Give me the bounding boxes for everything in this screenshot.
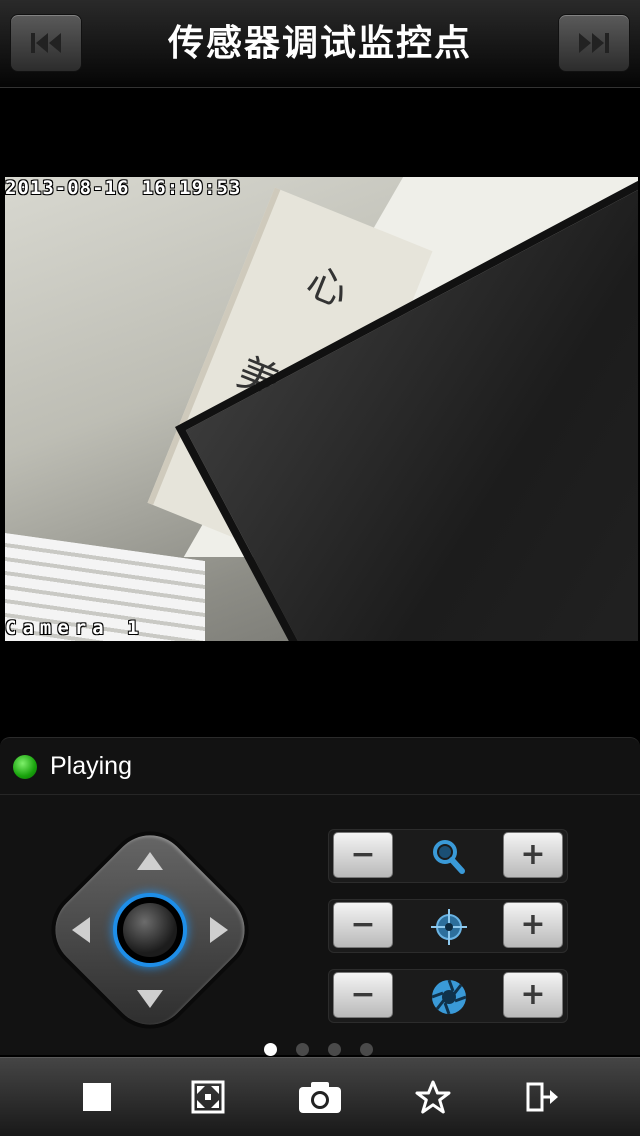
pan-up-arrow-icon[interactable]: [137, 852, 163, 870]
page-dot[interactable]: [360, 1043, 373, 1056]
zoom-out-button[interactable]: −: [333, 832, 393, 878]
title-bar: 传感器调试监控点: [0, 0, 640, 88]
iris-minus-button[interactable]: −: [333, 972, 393, 1018]
favorite-button[interactable]: [403, 1068, 463, 1126]
ptz-direction-pad[interactable]: [39, 819, 261, 1041]
zoom-in-button[interactable]: +: [503, 832, 563, 878]
pan-right-arrow-icon[interactable]: [210, 917, 228, 943]
focus-minus-button[interactable]: −: [333, 902, 393, 948]
page-title: 传感器调试监控点: [167, 23, 472, 64]
video-timestamp: 2013-08-16 16:19:53: [5, 177, 242, 199]
status-text: Playing: [50, 752, 132, 780]
fullscreen-icon: [191, 1080, 225, 1114]
magnifier-icon: [433, 840, 465, 874]
pan-down-arrow-icon[interactable]: [137, 990, 163, 1008]
focus-plus-button[interactable]: +: [503, 902, 563, 948]
snapshot-button[interactable]: [290, 1068, 350, 1126]
exit-button[interactable]: [513, 1068, 573, 1126]
favorite-star-icon: [415, 1080, 451, 1114]
stop-icon: [83, 1083, 111, 1111]
camera-video-feed[interactable]: 心 美 2013-08-16 16:19:53 Camera 1: [5, 177, 638, 641]
pan-left-arrow-icon[interactable]: [72, 917, 90, 943]
control-panel: Playing − + − + − +: [0, 737, 640, 1055]
skip-next-icon: [579, 33, 609, 53]
focus-control: − +: [328, 899, 568, 953]
stop-button[interactable]: [67, 1068, 127, 1126]
iris-plus-button[interactable]: +: [503, 972, 563, 1018]
status-indicator-icon: [13, 755, 37, 779]
status-row: Playing: [0, 738, 640, 795]
previous-button[interactable]: [10, 14, 82, 72]
focus-target-icon: [431, 909, 467, 945]
page-dot[interactable]: [296, 1043, 309, 1056]
joystick-knob[interactable]: [123, 903, 177, 957]
page-dot[interactable]: [328, 1043, 341, 1056]
zoom-control: − +: [328, 829, 568, 883]
bottom-toolbar: [0, 1057, 640, 1136]
next-button[interactable]: [558, 14, 630, 72]
iris-control: − +: [328, 969, 568, 1023]
camera-snapshot-icon: [299, 1082, 341, 1113]
video-camera-label: Camera 1: [5, 617, 145, 639]
aperture-icon: [431, 979, 467, 1015]
skip-previous-icon: [31, 33, 61, 53]
fullscreen-button[interactable]: [178, 1068, 238, 1126]
page-dot-active[interactable]: [264, 1043, 277, 1056]
exit-icon: [526, 1082, 558, 1112]
